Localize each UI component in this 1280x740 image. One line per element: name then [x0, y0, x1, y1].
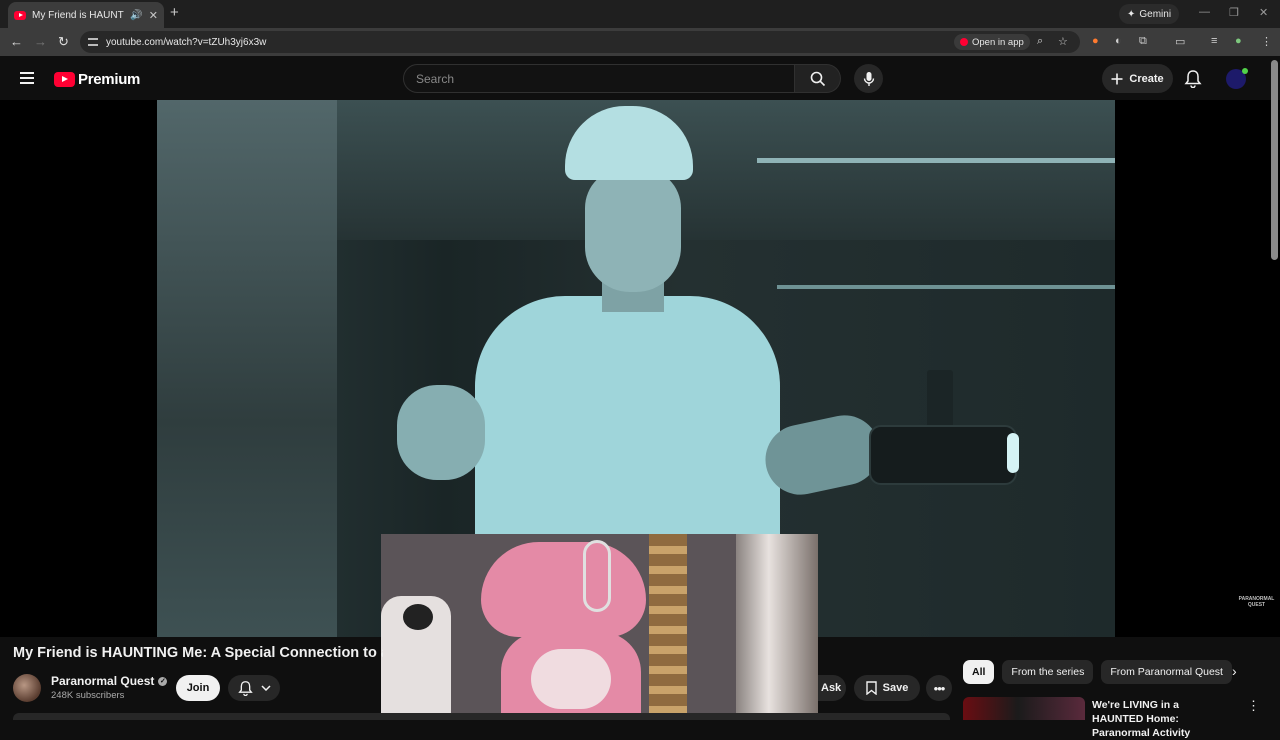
verified-check-icon: ✓: [158, 676, 168, 686]
recommendation-title[interactable]: We're LIVING in a HAUNTED Home: Paranorm…: [1092, 698, 1232, 740]
extensions-puzzle-icon[interactable]: ⧉: [1139, 35, 1147, 48]
tab-title: My Friend is HAUNTING Me: A Special Conn…: [32, 9, 124, 21]
site-info-icon[interactable]: [88, 38, 98, 46]
create-button[interactable]: Create: [1102, 64, 1173, 93]
recommendation-menu-icon[interactable]: ⋮: [1247, 698, 1260, 714]
open-in-app-button[interactable]: Open in app: [954, 34, 1030, 50]
channel-watermark[interactable]: PARANORMAL QUEST: [1233, 596, 1280, 608]
more-actions-button[interactable]: •••: [926, 675, 952, 701]
save-label: Save: [882, 682, 909, 694]
youtube-favicon-icon: [14, 10, 26, 20]
notifications-bell-icon[interactable]: [1184, 69, 1202, 88]
channel-name-link[interactable]: Paranormal Quest ✓: [51, 674, 168, 688]
webcam-overlay: [381, 534, 818, 716]
voice-search-button[interactable]: [854, 64, 883, 93]
open-in-app-label: Open in app: [972, 36, 1024, 48]
microphone-icon: [863, 71, 874, 86]
zoom-icon[interactable]: ⌕: [1037, 35, 1043, 48]
sparkle-icon: ✦: [1127, 8, 1136, 20]
ask-button[interactable]: Ask: [818, 675, 846, 701]
chevron-down-icon: [260, 685, 271, 691]
chip-all[interactable]: All: [963, 660, 995, 684]
video-title: My Friend is HAUNTING Me: A Special Conn…: [13, 645, 383, 661]
extension-circle-icon[interactable]: ◐: [1115, 35, 1122, 47]
reload-icon[interactable]: ↻: [58, 34, 69, 50]
search-button[interactable]: [795, 64, 841, 93]
bookmark-icon: [865, 681, 877, 695]
profile-avatar-icon[interactable]: ●: [1235, 35, 1242, 47]
guide-menu-icon[interactable]: [20, 72, 34, 87]
recommendation-thumbnail[interactable]: [963, 697, 1085, 720]
speaker-icon[interactable]: 🔊: [130, 10, 142, 21]
chevron-right-icon[interactable]: ›: [1232, 663, 1237, 679]
bell-icon: [237, 681, 253, 696]
search-box: [403, 64, 841, 93]
more-horizontal-icon: •••: [933, 680, 946, 696]
gemini-label: Gemini: [1139, 8, 1172, 20]
cast-icon[interactable]: ▭: [1175, 35, 1185, 48]
bookmark-star-icon[interactable]: ☆: [1058, 35, 1068, 48]
browser-menu-icon[interactable]: ⋮: [1261, 35, 1272, 48]
browser-toolbar: ← → ↻ youtube.com/watch?v=tZUh3yj6x3w: [0, 28, 1280, 56]
search-input[interactable]: [403, 64, 795, 93]
account-avatar[interactable]: [1226, 68, 1248, 89]
browser-tab-bar: My Friend is HAUNTING Me: A Special Conn…: [0, 0, 1280, 28]
related-filter-chips: All From the series From Paranormal Ques…: [963, 660, 1232, 684]
plus-icon: [1111, 73, 1123, 84]
extension-orange-icon[interactable]: ●: [1092, 35, 1099, 47]
page-scrollbar[interactable]: [1271, 60, 1278, 260]
media-queue-icon[interactable]: ≡: [1211, 35, 1217, 47]
save-button[interactable]: Save: [854, 675, 920, 701]
forward-arrow-icon[interactable]: →: [34, 34, 47, 49]
back-arrow-icon[interactable]: ←: [10, 34, 23, 49]
url-text: youtube.com/watch?v=tZUh3yj6x3w: [106, 36, 267, 48]
window-close-icon[interactable]: ✕: [1259, 6, 1268, 19]
logo-text: Premium: [78, 71, 141, 88]
chip-from-channel[interactable]: From Paranormal Quest: [1101, 660, 1232, 684]
new-tab-icon[interactable]: +: [170, 4, 179, 21]
channel-name: Paranormal Quest: [51, 674, 155, 688]
restore-icon[interactable]: ❐: [1229, 6, 1239, 19]
subscriber-count: 248K subscribers: [51, 690, 125, 701]
address-bar[interactable]: youtube.com/watch?v=tZUh3yj6x3w: [80, 31, 1080, 53]
search-icon: [810, 71, 825, 86]
youtube-play-icon: [54, 72, 75, 87]
gemini-button[interactable]: ✦ Gemini: [1119, 4, 1180, 24]
description-box[interactable]: [13, 713, 950, 720]
tab-close-icon[interactable]: ✕: [149, 9, 158, 22]
browser-tab[interactable]: My Friend is HAUNTING Me: A Special Conn…: [8, 2, 164, 28]
chip-from-the-series[interactable]: From the series: [1002, 660, 1094, 684]
youtube-premium-logo[interactable]: Premium: [54, 71, 140, 88]
youtube-app-icon: [960, 38, 968, 46]
join-button[interactable]: Join: [176, 675, 220, 701]
subscription-notifications-button[interactable]: [228, 675, 280, 701]
create-label: Create: [1129, 72, 1164, 85]
minimize-icon[interactable]: —: [1199, 6, 1210, 18]
channel-avatar[interactable]: [13, 674, 41, 702]
